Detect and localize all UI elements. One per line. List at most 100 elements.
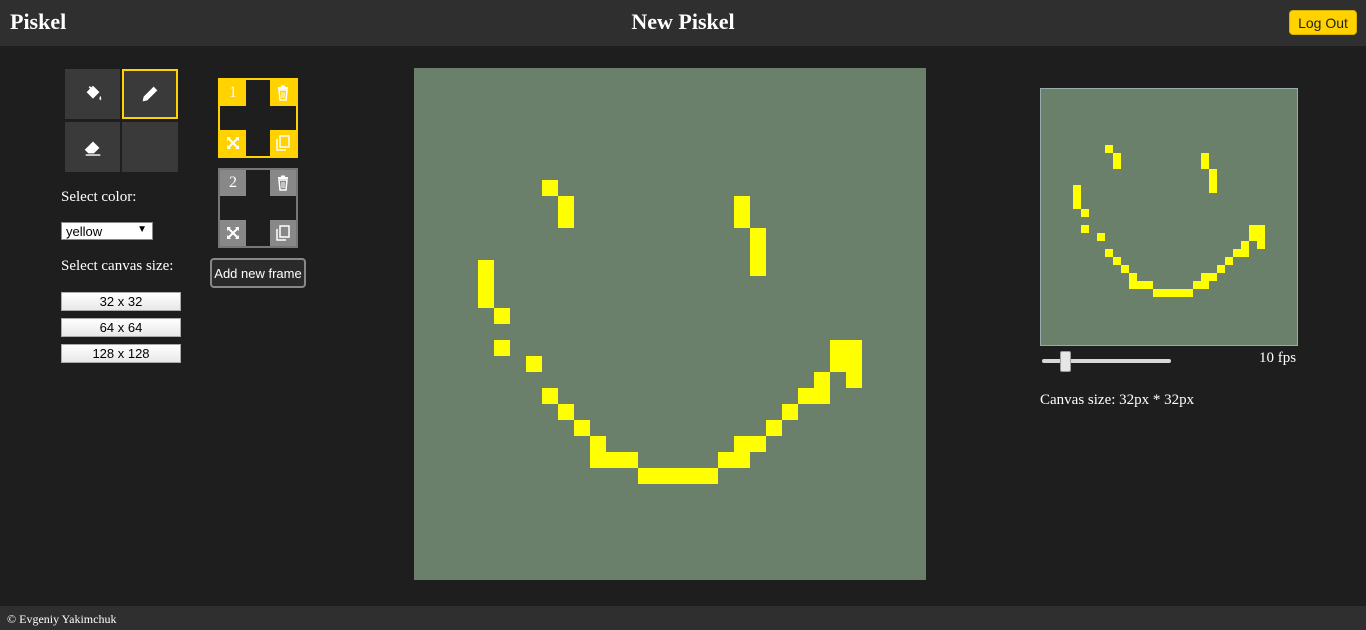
pixel [1097,233,1105,241]
pixel [846,340,862,356]
pixel [1169,289,1177,297]
canvas-size-32-button[interactable]: 32 x 32 [61,292,181,311]
pixel [1137,281,1145,289]
pixel [1105,145,1113,153]
pixel [1257,225,1265,233]
pixel [1241,249,1249,257]
pixel [1113,161,1121,169]
pixel [734,452,750,468]
frame-number-badge: 2 [220,170,246,196]
trash-icon [278,85,288,101]
pixel [558,404,574,420]
pixel [830,340,846,356]
pixel [670,468,686,484]
duplicate-frame-button[interactable] [270,130,296,156]
eraser-tool[interactable] [65,122,120,172]
pixel [1201,273,1209,281]
pixel [1153,289,1161,297]
duplicate-frame-button[interactable] [270,220,296,246]
pixel [846,372,862,388]
pixel [1249,225,1257,233]
pixel [590,452,606,468]
delete-frame-button[interactable] [270,170,296,196]
pixel [1113,257,1121,265]
pixel [782,404,798,420]
pixel [1257,241,1265,249]
pixel [1249,233,1257,241]
pixel [1241,241,1249,249]
app-logo[interactable]: Piskel [10,9,66,35]
add-new-frame-button[interactable]: Add new frame [210,258,306,288]
trash-icon [278,175,288,191]
canvas-size-128-button[interactable]: 128 x 128 [61,344,181,363]
pixel [1129,281,1137,289]
pixel [1233,249,1241,257]
pixel [1177,289,1185,297]
pixel [1209,185,1217,193]
pixel [766,420,782,436]
pixel [1217,265,1225,273]
pixel [1185,289,1193,297]
drawing-canvas[interactable] [414,68,926,580]
pixel [1113,153,1121,161]
pixel [1201,153,1209,161]
pixel [750,436,766,452]
top-bar: Piskel New Piskel Log Out [0,0,1366,46]
pixel [590,436,606,452]
logout-button[interactable]: Log Out [1289,10,1357,35]
pixel [750,260,766,276]
pixel [702,468,718,484]
pixel [1129,273,1137,281]
pixel [1225,257,1233,265]
pixel [526,356,542,372]
frame-2[interactable]: 2 [218,168,298,248]
pixel [830,356,846,372]
frame-1[interactable]: 1 [218,78,298,158]
pixel [574,420,590,436]
frame-number-badge: 1 [220,80,246,106]
pixel [558,196,574,212]
frame-number: 2 [229,174,237,191]
pixel [798,388,814,404]
pixel [1081,209,1089,217]
copy-icon [276,135,290,151]
pencil-icon [142,86,158,102]
pixel [1073,193,1081,201]
pixel [478,260,494,276]
pixel [606,452,622,468]
delete-frame-button[interactable] [270,80,296,106]
pixel [494,308,510,324]
eraser-icon [84,141,100,156]
paint-bucket-tool[interactable] [65,69,120,119]
tool-palette [65,69,178,172]
fps-label: 10 fps [1259,350,1297,366]
paint-bucket-icon [86,85,101,101]
move-frame-handle[interactable] [220,220,246,246]
pixel [1209,169,1217,177]
canvas-size-64-button[interactable]: 64 x 64 [61,318,181,337]
pixel [622,452,638,468]
pixel [542,388,558,404]
color-select[interactable]: yellow ▼ [61,222,153,240]
pixel [734,436,750,452]
pixel [478,292,494,308]
pencil-tool[interactable] [122,69,178,119]
pixel [1209,177,1217,185]
pixel [750,228,766,244]
pixel [814,372,830,388]
pixel [1081,225,1089,233]
select-color-label: Select color: [61,189,137,205]
move-frame-handle[interactable] [220,130,246,156]
pixel [1073,185,1081,193]
empty-tool-slot [122,122,178,172]
pixel [686,468,702,484]
pixel [1145,281,1153,289]
select-canvas-size-label: Select canvas size: [61,258,174,274]
fps-slider-thumb[interactable] [1060,351,1071,372]
copyright-text: © Evgeniy Yakimchuk [7,612,117,626]
pixel [542,180,558,196]
frame-number: 1 [229,84,237,101]
pixel [1193,281,1201,289]
pixel [1201,161,1209,169]
pixel [1209,273,1217,281]
